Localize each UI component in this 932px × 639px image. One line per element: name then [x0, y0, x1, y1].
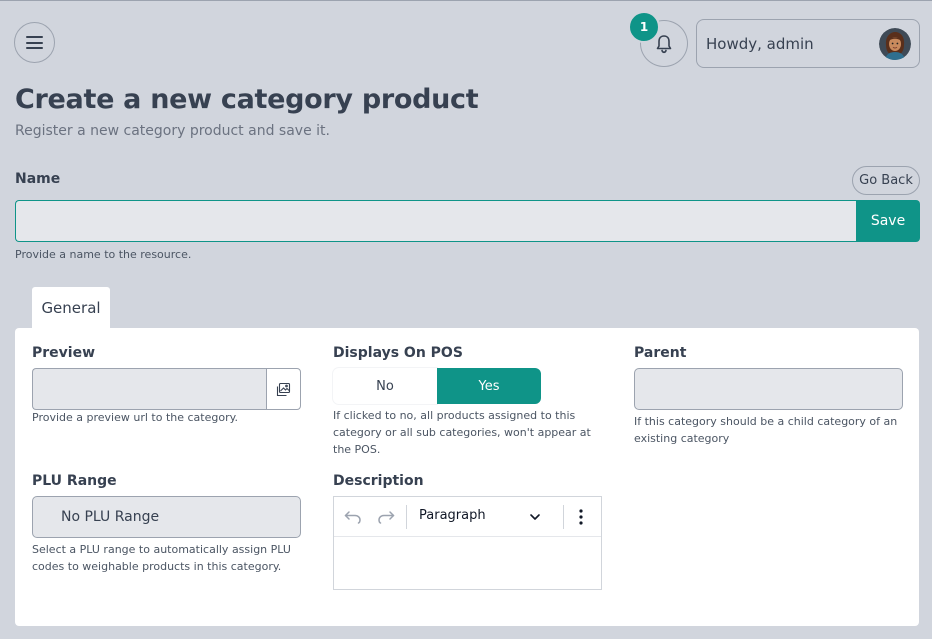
page-title: Create a new category product: [15, 84, 479, 115]
description-editor: Paragraph: [333, 496, 602, 590]
more-vertical-icon: [579, 509, 583, 525]
bell-icon: [656, 34, 672, 53]
top-border: [0, 0, 932, 1]
media-picker-button[interactable]: [266, 368, 301, 410]
more-options-button[interactable]: [571, 507, 591, 527]
hamburger-icon: [26, 36, 43, 49]
image-icon: [276, 382, 291, 396]
preview-help-text: Provide a preview url to the category.: [32, 411, 239, 424]
displays-on-pos-yes-option[interactable]: Yes: [437, 368, 541, 404]
redo-button[interactable]: [376, 507, 396, 527]
plu-range-select[interactable]: No PLU Range: [32, 496, 301, 538]
notification-count-badge: 1: [628, 11, 660, 43]
redo-icon: [378, 511, 395, 524]
name-label: Name: [15, 171, 61, 187]
toolbar-divider: [563, 505, 564, 529]
displays-on-pos-no-option[interactable]: No: [333, 368, 437, 404]
menu-button[interactable]: [14, 22, 55, 63]
undo-icon: [344, 511, 361, 524]
name-help-text: Provide a name to the resource.: [15, 248, 192, 261]
go-back-button[interactable]: Go Back: [852, 166, 920, 195]
tab-general[interactable]: General: [32, 287, 110, 329]
toolbar-divider: [406, 505, 407, 529]
parent-label: Parent: [634, 345, 687, 361]
user-menu[interactable]: Howdy, admin: [696, 19, 920, 68]
displays-on-pos-help-text: If clicked to no, all products assigned …: [333, 409, 591, 456]
plu-range-help-text: Select a PLU range to automatically assi…: [32, 543, 291, 573]
preview-url-input[interactable]: [32, 368, 267, 410]
parent-select[interactable]: [634, 368, 903, 410]
parent-help-text: If this category should be a child categ…: [634, 415, 898, 445]
block-type-dropdown[interactable]: [525, 507, 545, 527]
editor-toolbar: Paragraph: [334, 497, 601, 537]
save-button[interactable]: Save: [856, 200, 920, 242]
block-type-label[interactable]: Paragraph: [419, 508, 486, 523]
undo-button[interactable]: [343, 507, 363, 527]
displays-on-pos-label: Displays On POS: [333, 345, 463, 361]
user-greeting: Howdy, admin: [706, 34, 814, 53]
description-label: Description: [333, 473, 424, 489]
preview-label: Preview: [32, 345, 96, 361]
description-content-area[interactable]: [334, 537, 601, 589]
name-input[interactable]: [15, 200, 857, 242]
plu-range-label: PLU Range: [32, 473, 117, 489]
chevron-down-icon: [530, 514, 540, 520]
page-subtitle: Register a new category product and save…: [15, 123, 330, 139]
user-avatar: [879, 27, 911, 60]
